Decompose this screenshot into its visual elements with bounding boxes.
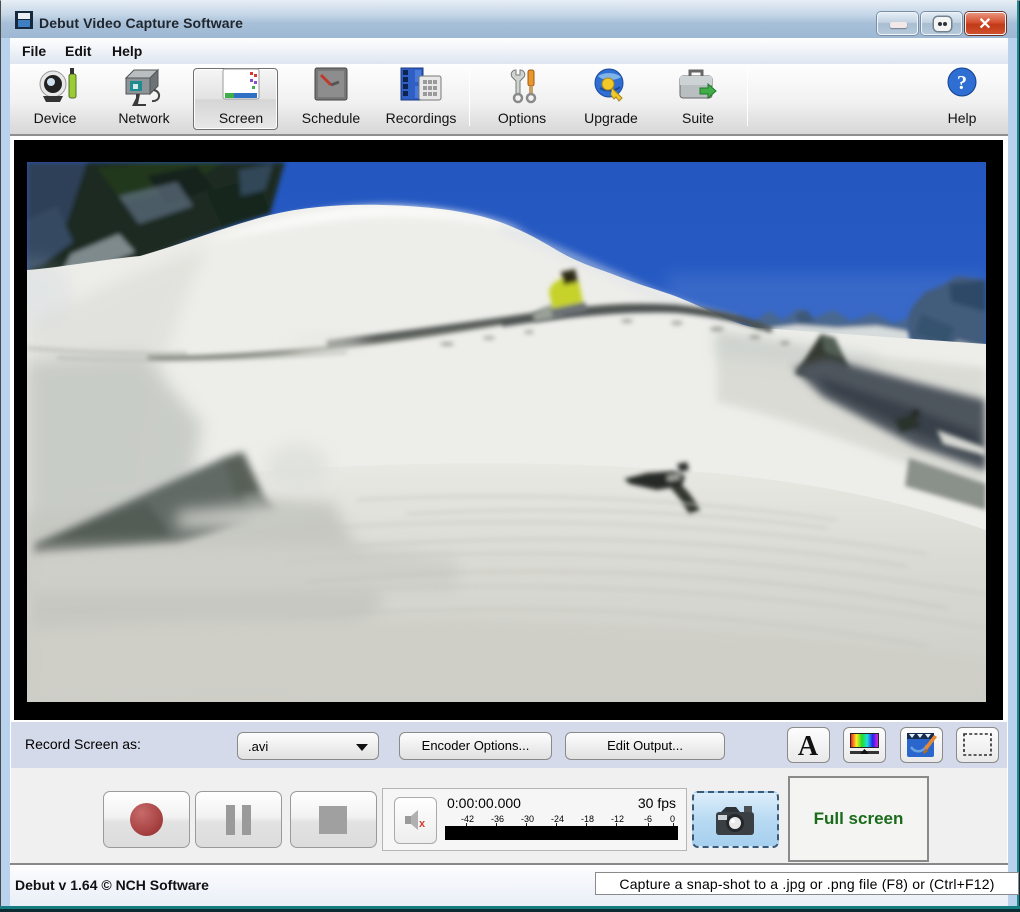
svg-text:?: ? (957, 72, 967, 94)
svg-text:A: A (798, 731, 819, 762)
svg-text:✕: ✕ (978, 16, 991, 33)
svg-text:x: x (419, 818, 426, 830)
